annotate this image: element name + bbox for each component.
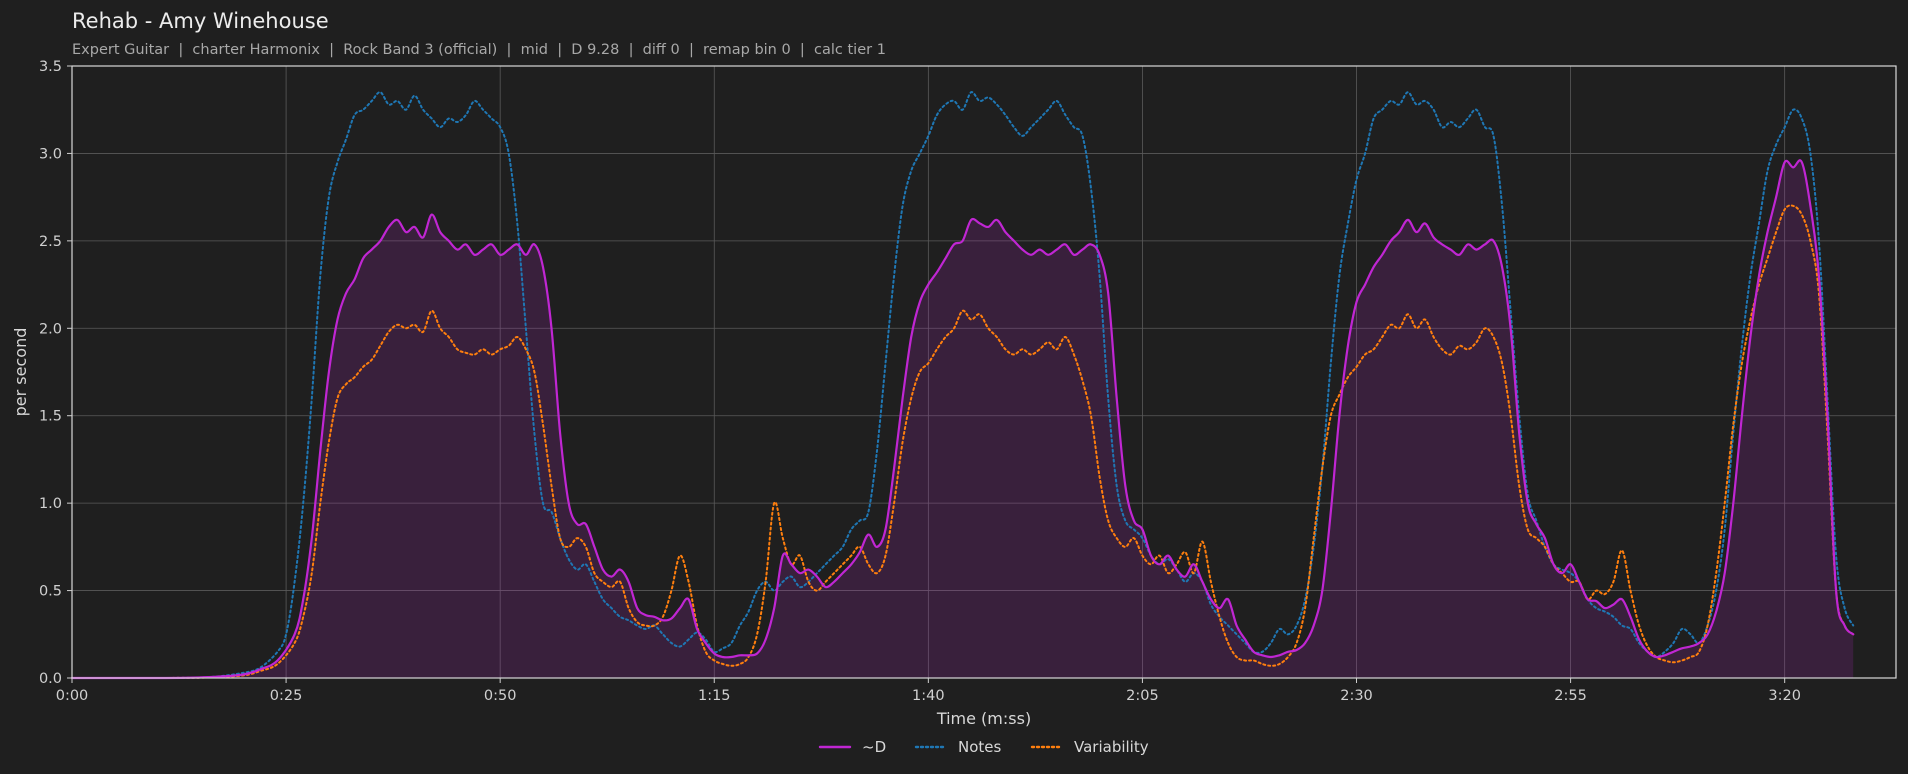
chart-canvas: Rehab - Amy Winehouse Expert Guitar | ch… bbox=[11, 9, 1897, 756]
x-tick-label: 2:55 bbox=[1554, 688, 1587, 704]
x-tick-label: 1:40 bbox=[912, 688, 945, 704]
x-tick-label: 0:25 bbox=[270, 688, 303, 704]
x-tick-label: 2:05 bbox=[1126, 688, 1159, 704]
y-tick-label: 1.5 bbox=[39, 409, 62, 425]
x-axis-ticks: 0:00 0:25 0:50 1:15 1:40 2:05 2:30 2:55 3:20 bbox=[56, 678, 1801, 704]
y-tick-label: 1.0 bbox=[39, 496, 62, 512]
chart-title: Rehab - Amy Winehouse bbox=[72, 9, 329, 33]
legend-label: Notes bbox=[958, 738, 1002, 756]
legend-label: Variability bbox=[1074, 738, 1149, 756]
y-tick-label: 2.0 bbox=[39, 321, 62, 337]
y-axis-label: per second bbox=[11, 328, 30, 417]
y-axis-ticks: 0.0 0.5 1.0 1.5 2.0 2.5 3.0 3.5 bbox=[39, 59, 72, 687]
y-tick-label: 0.0 bbox=[39, 671, 62, 687]
series-area-d bbox=[72, 160, 1854, 678]
y-tick-label: 0.5 bbox=[39, 584, 62, 600]
legend-label: ~D bbox=[862, 738, 886, 756]
y-tick-label: 3.5 bbox=[39, 59, 62, 75]
x-tick-label: 0:00 bbox=[56, 688, 89, 704]
y-tick-label: 3.0 bbox=[39, 146, 62, 162]
series-fill-layer bbox=[72, 160, 1854, 678]
legend: ~D Notes Variability bbox=[818, 738, 1149, 756]
x-tick-label: 2:30 bbox=[1340, 688, 1373, 704]
y-tick-label: 2.5 bbox=[39, 234, 62, 250]
x-tick-label: 1:15 bbox=[698, 688, 731, 704]
x-tick-label: 3:20 bbox=[1768, 688, 1801, 704]
chart-subtitle: Expert Guitar | charter Harmonix | Rock … bbox=[72, 42, 886, 58]
x-tick-label: 0:50 bbox=[484, 688, 517, 704]
x-axis-label: Time (m:ss) bbox=[936, 709, 1031, 728]
